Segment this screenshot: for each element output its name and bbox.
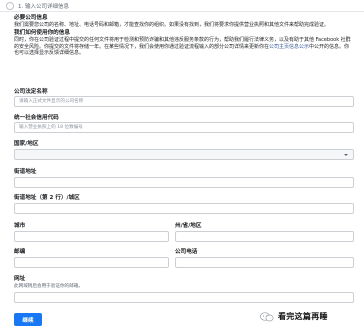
country-select[interactable] [14,149,354,160]
required-info-text: 我们需要您公司的名称、地址、电话号码和邮箱，才能查找你的组织。如果没有找到，我们… [14,22,330,28]
wechat-logo-icon [260,311,274,321]
street1-input[interactable] [14,177,354,188]
state-label: 州/省/地区 [175,223,202,229]
city-label: 城市 [14,223,26,229]
credit-code-input[interactable]: 输入营业执照上的 18 位数编号 [14,122,354,133]
phone-label: 公司电话 [175,249,198,255]
step-radio-icon [6,2,14,10]
continue-button[interactable]: 继续 [14,313,42,326]
credit-code-label: 统一社会信用代码 [14,115,59,121]
company-name-input[interactable]: 请输入正式文件显示的公司名称 [14,96,354,107]
step-label: 1. 输入公司详细信息 [18,4,69,10]
required-info-heading: 必要公司信息 [14,15,48,21]
watermark: 看完这篇再睡 [260,311,328,322]
zip-input[interactable] [14,257,169,268]
website-hint: 此网域稍后会用于验证你的邮箱。 [14,284,83,289]
website-input[interactable] [14,292,354,303]
divider [0,11,364,12]
state-input[interactable] [175,231,354,242]
step-header[interactable]: 1. 输入公司详细信息 [6,2,69,10]
watermark-text: 看完这篇再睡 [278,312,328,321]
city-input[interactable] [14,231,169,242]
intro-section: 必要公司信息 我们需要您公司的名称、地址、电话号码和邮箱，才能查找你的组织。如果… [14,15,354,57]
street1-label: 街道地址 [14,169,37,175]
street2-label: 街道地址（第 2 行）/城区 [14,195,80,201]
phone-input[interactable] [175,257,354,268]
street2-input[interactable] [14,203,354,214]
country-label: 国家/地区 [14,141,39,147]
public-info-link[interactable]: 公司主页信息公示 [269,44,309,50]
company-name-label: 公司法定名称 [14,89,48,95]
chevron-down-icon [344,153,348,156]
website-label: 网址 [14,276,26,282]
zip-label: 邮编 [14,249,26,255]
usage-text: 同时，你在公司验证过程中提交的任何文件将用于检测和预防诈骗和其他违反服务条款的行… [14,37,354,56]
